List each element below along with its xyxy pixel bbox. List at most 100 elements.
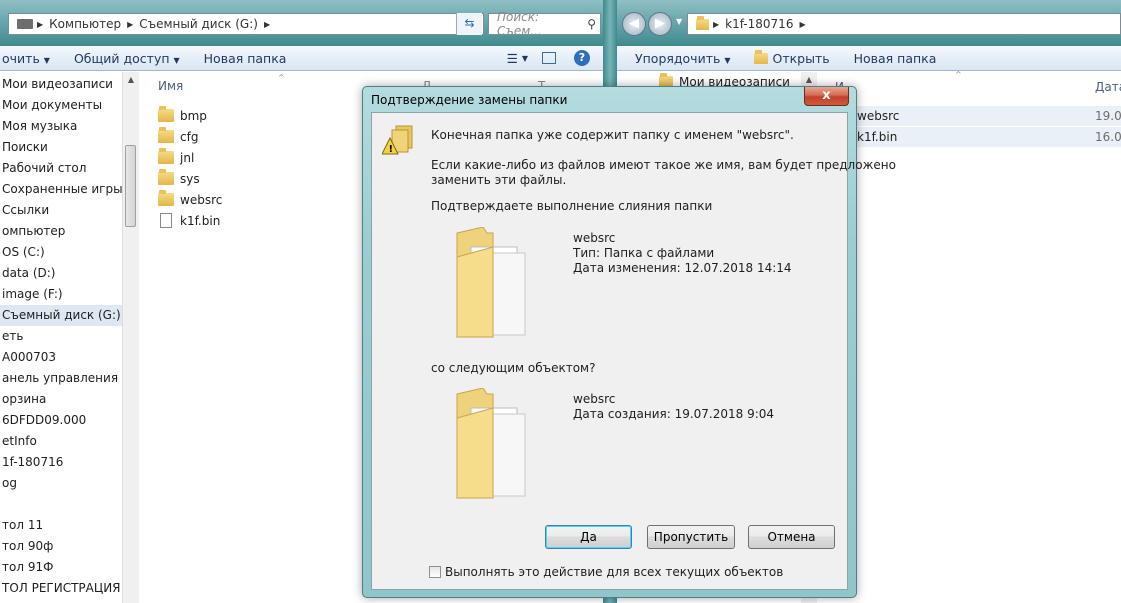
scroll-up-arrow[interactable]: ▲ [123, 72, 139, 88]
nav-item[interactable]: Мои видеозаписи [0, 74, 122, 95]
breadcrumb-computer[interactable]: Компьютер [43, 17, 127, 31]
existing-folder-type: Тип: Папка с файлами [573, 246, 715, 260]
left-search-box[interactable]: Поиск: Съем... ⚲ [488, 10, 601, 38]
open-button[interactable]: Открыть [742, 49, 841, 66]
nav-item[interactable]: 6DFDD09.000 [0, 410, 122, 431]
skip-button[interactable]: Пропустить [647, 525, 735, 549]
left-address-bar[interactable]: ▶ Компьютер ▶ Съемный диск (G:) ▶ ▼ [8, 13, 484, 35]
file-name: jnl [180, 150, 195, 165]
existing-folder-modified: Дата изменения: 12.07.2018 14:14 [573, 261, 792, 275]
nav-item[interactable]: A000703 [0, 347, 122, 368]
nav-item[interactable]: Мои документы [0, 95, 122, 116]
folder-icon [696, 15, 709, 30]
incoming-folder-icon [456, 388, 526, 499]
scroll-thumb[interactable] [125, 145, 136, 227]
svg-text:!: ! [389, 144, 394, 155]
breadcrumb-folder[interactable]: k1f-180716 [719, 17, 799, 31]
incoming-folder-created: Дата создания: 19.07.2018 9:04 [573, 407, 775, 421]
folder-icon [158, 106, 174, 122]
file-row[interactable]: k1f.bin 16.07 [819, 127, 1121, 147]
nav-item[interactable]: тол 91Ф [0, 557, 122, 578]
dialog-title: Подтверждение замены папки [371, 93, 568, 107]
file-row[interactable]: sys [158, 168, 200, 189]
right-command-bar: Упорядочить ▼ Открыть Новая папка [617, 46, 1121, 71]
search-placeholder: Поиск: Съем... [497, 10, 542, 38]
file-name: cfg [180, 129, 199, 144]
folder-icon [158, 190, 174, 206]
nav-item[interactable]: image (F:) [0, 284, 122, 305]
back-button[interactable]: ◀ [622, 12, 646, 36]
nav-item[interactable]: Съемный диск (G:) [0, 305, 122, 326]
apply-all-checkbox[interactable] [429, 566, 441, 578]
organize-button[interactable]: Упорядочить ▼ [617, 51, 742, 66]
nav-item[interactable]: 1f-180716 [0, 452, 122, 473]
nav-item[interactable]: Поиски [0, 137, 122, 158]
nav-item[interactable]: тол 11 [0, 515, 122, 536]
chevron-down-icon[interactable]: ▼ [522, 54, 542, 63]
new-folder-button[interactable]: Новая папка [842, 51, 949, 66]
column-name-header[interactable]: Имя [158, 72, 183, 100]
dialog-info-line2: заменить эти файлы. [431, 173, 567, 187]
nav-item[interactable]: еть [0, 326, 122, 347]
file-name: k1f.bin [180, 213, 221, 228]
file-name: sys [180, 171, 200, 186]
file-date: 16.07 [1095, 130, 1121, 144]
file-row[interactable]: k1f.bin [158, 210, 220, 231]
share-button[interactable]: Общий доступ ▼ [62, 51, 192, 66]
history-dropdown-icon[interactable]: ▼ [676, 17, 682, 26]
refresh-button[interactable]: ⇆ [456, 13, 482, 35]
forward-button[interactable]: ▶ [648, 12, 672, 36]
close-icon: x [822, 88, 831, 103]
organize-label: Упорядочить [635, 50, 721, 66]
dialog-body: ! Конечная папка уже содержит папку с им… [371, 112, 896, 590]
nav-item[interactable]: OS (C:) [0, 242, 122, 263]
dialog-question: Подтверждаете выполнение слияния папки [431, 199, 713, 213]
file-row[interactable]: jnl [158, 147, 194, 168]
with-label: со следующим объектом? [431, 361, 596, 375]
dialog-message: Конечная папка уже содержит папку с имен… [431, 128, 794, 142]
nav-item[interactable]: etInfo [0, 431, 122, 452]
chevron-down-icon: ▼ [724, 55, 731, 65]
help-icon[interactable]: ? [574, 50, 590, 66]
file-row[interactable]: cfg [158, 126, 198, 147]
nav-item[interactable]: Ссылки [0, 200, 122, 221]
existing-folder-name: websrc [573, 231, 616, 245]
yes-button[interactable]: Да [545, 525, 632, 549]
file-row[interactable]: bmp [158, 105, 207, 126]
nav-item[interactable] [0, 494, 122, 515]
search-icon: ⚲ [587, 17, 596, 31]
cancel-button[interactable]: Отмена [748, 525, 835, 549]
nav-item[interactable]: og [0, 473, 122, 494]
nav-item[interactable]: Моя музыка [0, 116, 122, 137]
sort-arrow-icon: ^ [955, 70, 962, 79]
nav-scrollbar[interactable]: ▲ [122, 72, 139, 603]
nav-item[interactable]: тол 90ф [0, 536, 122, 557]
nav-item[interactable]: Сохраненные игры [0, 179, 122, 200]
warning-folders-icon: ! [382, 125, 413, 155]
file-row[interactable]: websrc [158, 189, 222, 210]
confirm-folder-replace-dialog: Подтверждение замены папки x ! Конечная … [362, 86, 896, 598]
apply-all-label[interactable]: Выполнять это действие для всех текущих … [445, 565, 783, 579]
nav-item[interactable]: Рабочий стол [0, 158, 122, 179]
nav-item[interactable]: орзина [0, 389, 122, 410]
chevron-right-icon: ▶ [263, 19, 271, 29]
chevron-down-icon: ▼ [173, 55, 180, 65]
nav-item[interactable]: data (D:) [0, 263, 122, 284]
drive-icon [17, 19, 33, 29]
file-icon [160, 213, 172, 228]
breadcrumb-removable-disk[interactable]: Съемный диск (G:) [133, 17, 264, 31]
file-row[interactable]: websrc 19.07 [819, 106, 1121, 126]
chevron-right-icon: ▶ [799, 19, 806, 29]
close-button[interactable]: x [804, 87, 849, 106]
preview-pane-icon[interactable] [542, 52, 556, 64]
nav-item[interactable]: анель управления [0, 368, 122, 389]
nav-item[interactable]: ТОЛ РЕГИСТРАЦИЯ [0, 578, 122, 599]
view-options-icon[interactable]: ☰ [503, 51, 522, 66]
right-address-bar[interactable]: ▶ k1f-180716 ▶ [687, 13, 1121, 35]
chevron-down-icon: ▼ [43, 55, 50, 65]
organize-button[interactable]: очить ▼ [0, 51, 62, 66]
column-date-header[interactable]: Дата [1095, 80, 1121, 94]
nav-item[interactable]: омпьютер [0, 221, 122, 242]
navigation-pane: Мои видеозаписи Мои документы Моя музыка По… [0, 72, 122, 603]
open-label: Открыть [772, 50, 830, 66]
